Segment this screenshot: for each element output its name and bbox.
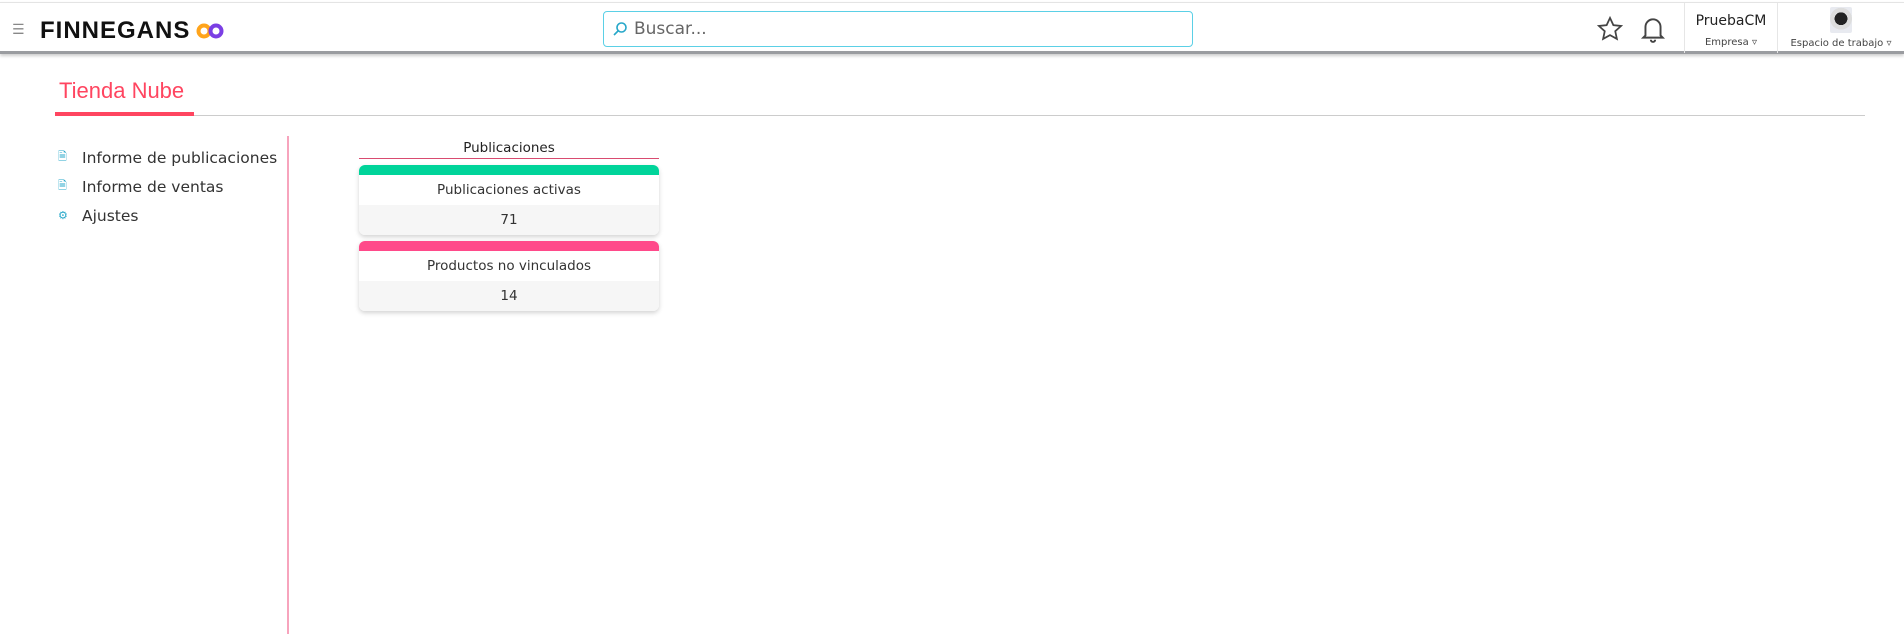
logo-infinity-icon xyxy=(196,23,224,39)
card-productos-no-vinculados[interactable]: Productos no vinculados 14 xyxy=(359,241,659,311)
workspace-label: Espacio de trabajo xyxy=(1790,38,1884,49)
sidebar-item-informe-ventas[interactable]: 🗎 Informe de ventas xyxy=(58,172,277,201)
card-label: Productos no vinculados xyxy=(426,258,592,274)
tab-divider xyxy=(55,115,1865,116)
menu-icon[interactable]: ☰ xyxy=(12,23,25,37)
company-name: PruebaCM xyxy=(1695,13,1767,29)
sidebar-item-ajustes[interactable]: ⚙ Ajustes xyxy=(58,201,277,230)
star-icon[interactable] xyxy=(1596,15,1624,43)
sidebar-item-label: Informe de ventas xyxy=(82,177,224,196)
sidebar-item-informe-publicaciones[interactable]: 🗎 Informe de publicaciones xyxy=(58,143,277,172)
search-input[interactable] xyxy=(634,19,1174,39)
search-icon xyxy=(613,22,627,36)
card-publicaciones-activas[interactable]: Publicaciones activas 71 xyxy=(359,165,659,235)
card-color-bar xyxy=(359,165,659,175)
bell-icon[interactable] xyxy=(1640,15,1666,43)
search-box[interactable] xyxy=(603,11,1193,47)
sidebar-item-label: Informe de publicaciones xyxy=(82,148,278,167)
logo[interactable]: FINNEGANS xyxy=(40,17,224,45)
card-value: 71 xyxy=(359,205,659,235)
active-tab-indicator xyxy=(55,112,194,116)
page-title[interactable]: Tienda Nube xyxy=(59,78,184,104)
workspace-selector[interactable]: Espacio de trabajo ▿ xyxy=(1778,3,1904,53)
report-icon: 🗎 xyxy=(58,150,67,163)
section-title: Publicaciones xyxy=(359,140,659,159)
gear-icon: ⚙ xyxy=(58,209,68,222)
card-label: Publicaciones activas xyxy=(437,182,581,198)
sidebar-item-label: Ajustes xyxy=(82,206,139,225)
company-label: Empresa xyxy=(1704,37,1749,48)
chevron-down-icon: ▿ xyxy=(1886,38,1892,49)
card-color-bar xyxy=(359,241,659,251)
sidebar-divider xyxy=(287,136,289,634)
card-value: 14 xyxy=(359,281,659,311)
avatar xyxy=(1830,7,1852,33)
logo-text: FINNEGANS xyxy=(40,17,191,44)
company-selector[interactable]: PruebaCM Empresa ▿ xyxy=(1685,3,1777,53)
sidebar: 🗎 Informe de publicaciones 🗎 Informe de ve… xyxy=(58,143,277,230)
top-bar: ☰ FINNEGANS PruebaCM Empresa ▿ Espacio d… xyxy=(0,2,1904,54)
chevron-down-icon: ▿ xyxy=(1751,37,1757,48)
report-icon: 🗎 xyxy=(58,179,67,192)
